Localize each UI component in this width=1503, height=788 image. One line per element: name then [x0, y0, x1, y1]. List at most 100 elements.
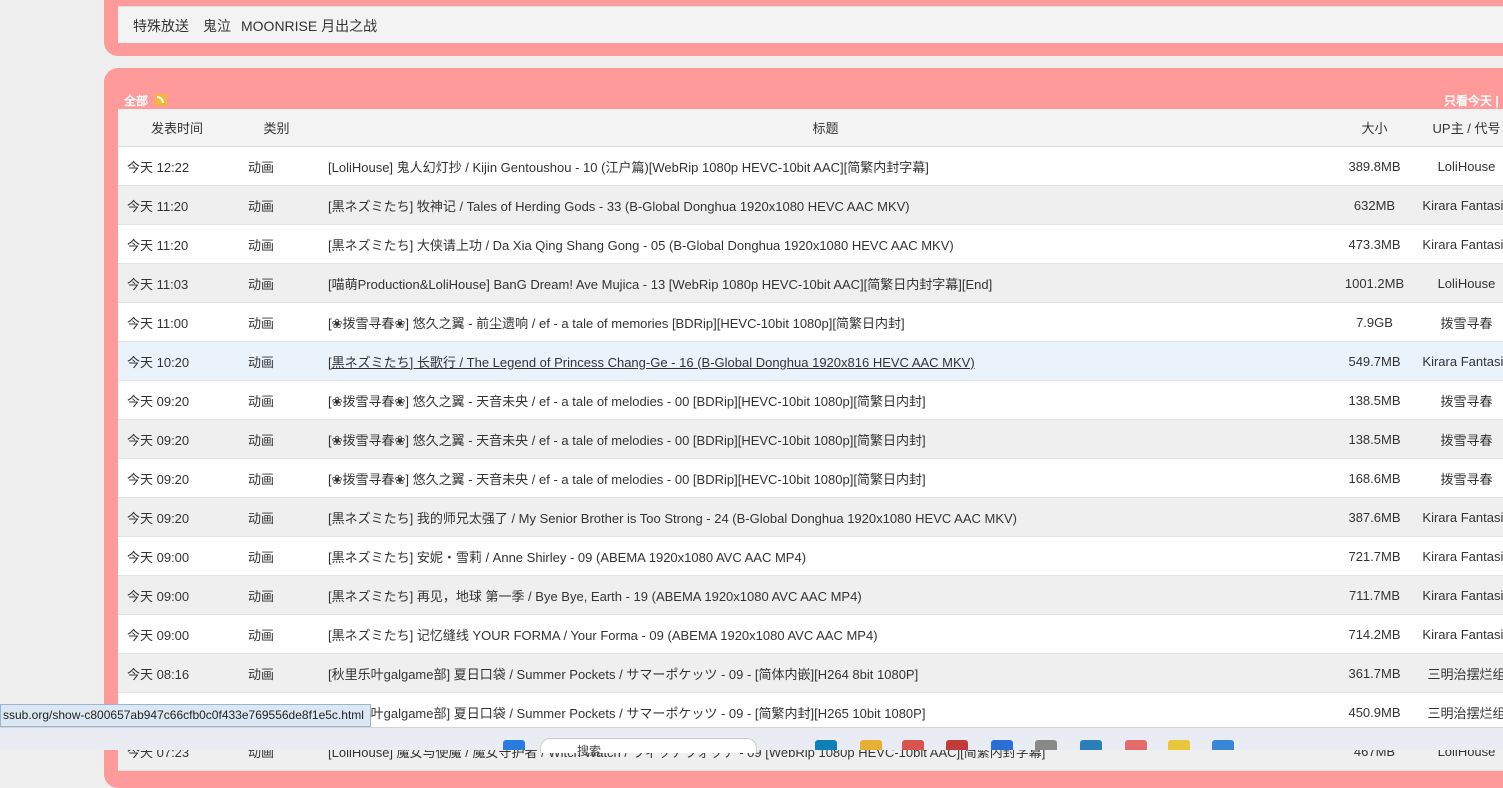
- row-uploader[interactable]: 拨雪寻春: [1440, 433, 1492, 448]
- rss-icon[interactable]: [155, 94, 167, 106]
- row-size: 168.6MB: [1348, 470, 1401, 486]
- row-category[interactable]: 动画: [248, 433, 274, 448]
- row-uploader[interactable]: Kirara Fantasia: [1422, 588, 1503, 603]
- column-header-size[interactable]: 大小: [1334, 109, 1415, 147]
- column-header-title[interactable]: 标题: [317, 109, 1334, 147]
- row-size: 389.8MB: [1348, 158, 1401, 174]
- row-title-link[interactable]: [黒ネズミたち] 牧神记 / Tales of Herding Gods - 3…: [328, 199, 910, 214]
- row-category[interactable]: 动画: [248, 394, 274, 409]
- taskbar: 搜索: [0, 727, 1503, 758]
- row-title-link[interactable]: [黒ネズミたち] 我的师兄太强了 / My Senior Brother is …: [328, 511, 1017, 526]
- row-category[interactable]: 动画: [248, 316, 274, 331]
- table-row[interactable]: 今天 11:20 动画 [黒ネズミたち] 大侠请上功 / Da Xia Qing S…: [118, 224, 1503, 264]
- row-title-link[interactable]: [黒ネズミたち] 记忆缝线 YOUR FORMA / Your Forma - …: [328, 628, 878, 643]
- row-title-link[interactable]: [黒ネズミたち] 再见，地球 第一季 / Bye Bye, Earth - 19…: [328, 589, 862, 604]
- row-title-link[interactable]: [黒ネズミたち] 大侠请上功 / Da Xia Qing Shang Gong …: [328, 238, 954, 253]
- table-row[interactable]: 今天 09:00 动画 [黒ネズミたち] 记忆缝线 YOUR FORMA / You…: [118, 614, 1503, 654]
- row-title-link[interactable]: [❀拨雪寻春❀] 悠久之翼 - 天音未央 / ef - a tale of me…: [328, 394, 926, 409]
- row-title-link[interactable]: [黒ネズミたち] 安妮・雪莉 / Anne Shirley - 09 (ABEM…: [328, 550, 806, 565]
- row-time: 今天 09:20: [127, 471, 190, 487]
- row-title-link[interactable]: [秋里乐叶galgame部] 夏日口袋 / Summer Pockets / サ…: [328, 667, 918, 682]
- row-size: 138.5MB: [1348, 431, 1401, 447]
- row-uploader[interactable]: Kirara Fantasia: [1422, 354, 1503, 369]
- table-row[interactable]: 今天 09:20 动画 [❀拨雪寻春❀] 悠久之翼 - 天音未央 / ef - a …: [118, 419, 1503, 459]
- row-uploader[interactable]: Kirara Fantasia: [1422, 237, 1503, 252]
- row-time: 今天 09:00: [127, 549, 190, 565]
- list-header-bar: 全部 只看今天 |: [118, 88, 1503, 110]
- row-size: 473.3MB: [1348, 236, 1401, 252]
- row-size: 632MB: [1353, 197, 1396, 213]
- row-title-link[interactable]: [喵萌Production&LoliHouse] BanG Dream! Ave…: [328, 277, 992, 292]
- taskbar-search-placeholder: 搜索: [577, 744, 602, 758]
- row-category[interactable]: 动画: [248, 277, 274, 292]
- row-title-link[interactable]: [LoliHouse] 鬼人幻灯抄 / Kijin Gentoushou - 1…: [328, 160, 929, 175]
- table-row[interactable]: 今天 09:20 动画 [❀拨雪寻春❀] 悠久之翼 - 天音未央 / ef - a …: [118, 458, 1503, 498]
- category-nav-box: 特殊放送 鬼泣 MOONRISE 月出之战: [104, 0, 1503, 56]
- table-row[interactable]: 今天 11:00 动画 [❀拨雪寻春❀] 悠久之翼 - 前尘遗响 / ef - a …: [118, 302, 1503, 342]
- column-header-category[interactable]: 类别: [236, 109, 317, 147]
- table-row[interactable]: 今天 09:00 动画 [黒ネズミたち] 安妮・雪莉 / Anne Shirley …: [118, 536, 1503, 576]
- row-uploader[interactable]: LoliHouse: [1438, 159, 1496, 174]
- taskbar-search[interactable]: 搜索: [540, 738, 757, 758]
- all-label[interactable]: 全部: [124, 92, 148, 109]
- row-uploader[interactable]: 拨雪寻春: [1440, 316, 1492, 331]
- row-uploader[interactable]: 三明治摆烂组: [1427, 706, 1503, 721]
- row-uploader[interactable]: Kirara Fantasia: [1422, 549, 1503, 564]
- column-header-uploader[interactable]: UP主 / 代号: [1415, 109, 1503, 147]
- category-nav: 特殊放送 鬼泣 MOONRISE 月出之战: [118, 6, 1503, 43]
- row-time: 今天 11:20: [127, 198, 189, 214]
- row-time: 今天 09:20: [127, 393, 190, 409]
- row-title-link[interactable]: [秋里乐叶galgame部] 夏日口袋 / Summer Pockets / サ…: [328, 706, 925, 721]
- row-size: 361.7MB: [1348, 665, 1401, 681]
- row-category[interactable]: 动画: [248, 628, 274, 643]
- row-category[interactable]: 动画: [248, 355, 274, 370]
- row-size: 549.7MB: [1348, 353, 1401, 369]
- nav-link-devil-may-cry[interactable]: 鬼泣: [203, 16, 231, 36]
- row-uploader[interactable]: Kirara Fantasia: [1422, 627, 1503, 642]
- table-row[interactable]: 今天 10:20 动画 [黒ネズミたち] 长歌行 / The Legend of P…: [118, 341, 1503, 381]
- today-only-link[interactable]: 只看今天 |: [1444, 92, 1499, 109]
- row-time: 今天 11:00: [127, 315, 189, 331]
- row-time: 今天 09:00: [127, 627, 190, 643]
- row-time: 今天 11:03: [127, 276, 189, 292]
- row-category[interactable]: 动画: [248, 238, 274, 253]
- row-category[interactable]: 动画: [248, 550, 274, 565]
- row-size: 711.7MB: [1348, 587, 1401, 603]
- row-uploader[interactable]: 拨雪寻春: [1440, 472, 1492, 487]
- row-time: 今天 09:20: [127, 510, 190, 526]
- row-time: 今天 08:16: [127, 666, 190, 682]
- row-size: 7.9GB: [1356, 314, 1393, 330]
- row-size: 714.2MB: [1348, 626, 1401, 642]
- row-time: 今天 10:20: [127, 354, 190, 370]
- row-title-link[interactable]: [❀拨雪寻春❀] 悠久之翼 - 前尘遗响 / ef - a tale of me…: [328, 316, 905, 331]
- row-category[interactable]: 动画: [248, 667, 274, 682]
- table-row[interactable]: 今天 11:20 动画 [黒ネズミたち] 牧神记 / Tales of Herdin…: [118, 185, 1503, 225]
- row-uploader[interactable]: Kirara Fantasia: [1422, 510, 1503, 525]
- row-title-link[interactable]: [黒ネズミたち] 长歌行 / The Legend of Princess Ch…: [328, 355, 975, 370]
- row-title-link[interactable]: [❀拨雪寻春❀] 悠久之翼 - 天音未央 / ef - a tale of me…: [328, 433, 926, 448]
- row-uploader[interactable]: Kirara Fantasia: [1422, 198, 1503, 213]
- row-size: 721.7MB: [1348, 548, 1401, 564]
- row-size: 138.5MB: [1348, 392, 1401, 408]
- row-category[interactable]: 动画: [248, 472, 274, 487]
- nav-link-moonrise[interactable]: MOONRISE 月出之战: [241, 16, 377, 36]
- table-row[interactable]: 今天 08:16 动画 [秋里乐叶galgame部] 夏日口袋 / Summer P…: [118, 653, 1503, 693]
- row-uploader[interactable]: LoliHouse: [1438, 276, 1496, 291]
- row-uploader[interactable]: 拨雪寻春: [1440, 394, 1492, 409]
- table-row[interactable]: 今天 12:22 动画 [LoliHouse] 鬼人幻灯抄 / Kijin Gent…: [118, 146, 1503, 186]
- table-row[interactable]: 今天 09:20 动画 [黒ネズミたち] 我的师兄太强了 / My Senior B…: [118, 497, 1503, 537]
- nav-link-special[interactable]: 特殊放送: [133, 16, 189, 36]
- row-category[interactable]: 动画: [248, 199, 274, 214]
- column-header-time[interactable]: 发表时间: [118, 109, 236, 147]
- table-row[interactable]: 今天 11:03 动画 [喵萌Production&LoliHouse] BanG …: [118, 263, 1503, 303]
- table-row[interactable]: 今天 09:20 动画 [❀拨雪寻春❀] 悠久之翼 - 天音未央 / ef - a …: [118, 380, 1503, 420]
- table-row[interactable]: 今天 09:00 动画 [黒ネズミたち] 再见，地球 第一季 / Bye Bye, …: [118, 575, 1503, 615]
- row-uploader[interactable]: 三明治摆烂组: [1427, 667, 1503, 682]
- row-category[interactable]: 动画: [248, 511, 274, 526]
- row-time: 今天 12:22: [127, 159, 190, 175]
- row-title-link[interactable]: [❀拨雪寻春❀] 悠久之翼 - 天音未央 / ef - a tale of me…: [328, 472, 926, 487]
- row-category[interactable]: 动画: [248, 160, 274, 175]
- link-status-bar: ssub.org/show-c800657ab947c66cfb0c0f433e…: [0, 704, 371, 727]
- torrent-table: 发表时间 类别 标题 大小 UP主 / 代号 今天 12:22 动画 [LoliHo…: [118, 109, 1503, 771]
- row-category[interactable]: 动画: [248, 589, 274, 604]
